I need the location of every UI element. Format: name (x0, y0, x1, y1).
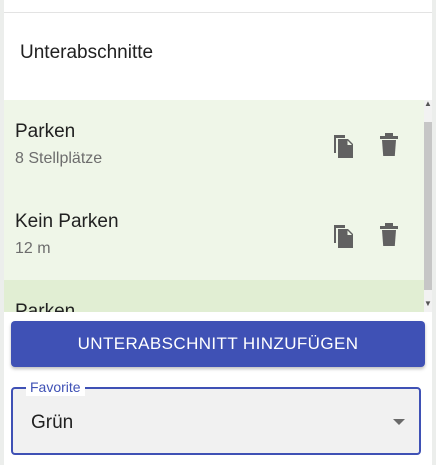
subsection-title: Parken (15, 301, 76, 312)
divider (4, 12, 432, 13)
subsection-list: Parken 8 Stellplätze Kein Parken 12 m Pa… (4, 100, 424, 312)
subsection-detail: 8 Stellplätze (15, 150, 103, 167)
favorite-select[interactable]: Favorite Grün (11, 378, 421, 455)
content-copy-icon[interactable] (328, 130, 358, 160)
favorite-label: Favorite (26, 378, 85, 396)
background-edge-right (432, 0, 436, 465)
content-copy-icon[interactable] (328, 220, 358, 250)
subsection-title: Parken (15, 121, 76, 142)
subsection-detail: 12 m (15, 240, 51, 257)
delete-icon[interactable] (374, 310, 404, 312)
section-title: Unterabschnitte (20, 42, 154, 63)
scroll-down-icon[interactable]: ▼ (424, 300, 432, 308)
scrollbar-thumb[interactable] (424, 122, 432, 290)
add-subsection-button[interactable]: UNTERABSCHNITT HINZUFÜGEN (11, 321, 425, 367)
delete-icon[interactable] (374, 130, 404, 160)
dropdown-arrow-icon[interactable] (393, 419, 405, 425)
favorite-value: Grün (31, 412, 74, 433)
subsection-title: Kein Parken (15, 211, 119, 232)
list-scrollbar[interactable]: ▲ ▼ (424, 100, 432, 312)
content-copy-icon[interactable] (328, 310, 358, 312)
subsection-item[interactable]: Parken 8 Stellplätze (4, 100, 424, 190)
delete-icon[interactable] (374, 220, 404, 250)
scroll-up-icon[interactable]: ▲ (424, 100, 432, 108)
subsection-item[interactable]: Kein Parken 12 m (4, 190, 424, 280)
subsection-item[interactable]: Parken (4, 280, 424, 312)
